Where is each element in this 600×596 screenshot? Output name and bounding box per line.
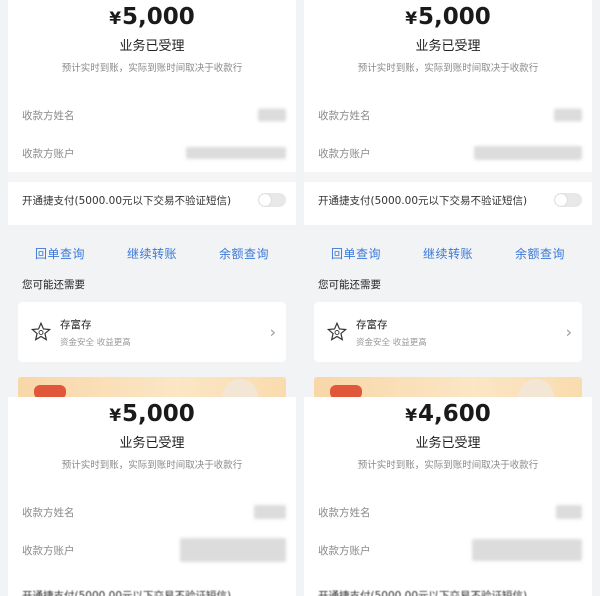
product-title: 存富存 bbox=[356, 318, 388, 331]
star-icon bbox=[30, 321, 52, 341]
transfer-result-screen-4: ¥4,600 业务已受理 预计实时到账，实际到账时间取决于收款行 收款方姓名 收… bbox=[304, 397, 592, 596]
more-section: 回单查询 继续转账 余额查询 您可能还需要 存富存 资金安全 收益更高 › bbox=[8, 225, 296, 397]
payee-account-row: 收款方账户 bbox=[8, 134, 296, 172]
payee-name-label: 收款方姓名 bbox=[318, 506, 371, 519]
payee-name-redacted bbox=[254, 505, 286, 519]
transfer-result-screen-3: ¥5,000 业务已受理 预计实时到账，实际到账时间取决于收款行 收款方姓名 收… bbox=[8, 397, 296, 596]
promo-badge bbox=[34, 385, 66, 397]
payee-account-label: 收款方账户 bbox=[22, 544, 75, 557]
transfer-result-screen-1: ¥5,000 业务已受理 预计实时到账，实际到账时间取决于收款行 收款方姓名 收… bbox=[8, 0, 296, 397]
promo-banner[interactable] bbox=[18, 377, 286, 397]
payee-name-row: 收款方姓名 bbox=[8, 493, 296, 531]
arrival-note: 预计实时到账，实际到账时间取决于收款行 bbox=[357, 460, 539, 471]
product-card[interactable]: 存富存 资金安全 收益更高 › bbox=[314, 302, 582, 362]
arrival-note: 预计实时到账，实际到账时间取决于收款行 bbox=[61, 63, 243, 74]
action-links: 回单查询 继续转账 余额查询 bbox=[304, 225, 592, 262]
product-subtitle: 资金安全 收益更高 bbox=[60, 337, 131, 348]
fast-pay-label: 开通捷支付(5000.00元以下交易不验证短信) bbox=[22, 589, 232, 596]
maybe-need-heading: 您可能还需要 bbox=[22, 279, 85, 291]
promo-coin-image bbox=[222, 379, 258, 397]
promo-banner[interactable] bbox=[314, 377, 582, 397]
payee-account-row: 收款方账户 bbox=[8, 531, 296, 569]
payee-name-redacted bbox=[554, 108, 582, 122]
product-card-text: 存富存 资金安全 收益更高 bbox=[356, 317, 427, 348]
status-text: 业务已受理 bbox=[119, 39, 185, 54]
product-card-text: 存富存 资金安全 收益更高 bbox=[60, 317, 131, 348]
fast-pay-label: 开通捷支付(5000.00元以下交易不验证短信) bbox=[22, 194, 232, 207]
transfer-amount: ¥5,000 bbox=[109, 4, 195, 30]
status-text: 业务已受理 bbox=[119, 436, 185, 451]
arrival-note: 预计实时到账，实际到账时间取决于收款行 bbox=[61, 460, 243, 471]
more-section: 回单查询 继续转账 余额查询 您可能还需要 存富存 资金安全 收益更高 › bbox=[304, 225, 592, 397]
fast-pay-row[interactable]: 开通捷支付(5000.00元以下交易不验证短信) bbox=[304, 580, 592, 596]
fast-pay-toggle[interactable] bbox=[258, 193, 286, 207]
fast-pay-row[interactable]: 开通捷支付(5000.00元以下交易不验证短信) bbox=[8, 182, 296, 218]
transfer-amount: ¥4,600 bbox=[405, 401, 491, 427]
fast-pay-row[interactable]: 开通捷支付(5000.00元以下交易不验证短信) bbox=[304, 182, 592, 218]
payee-name-row: 收款方姓名 bbox=[304, 493, 592, 531]
continue-transfer-link[interactable]: 继续转账 bbox=[127, 245, 177, 262]
fast-pay-toggle[interactable] bbox=[554, 193, 582, 207]
product-title: 存富存 bbox=[60, 318, 92, 331]
payee-name-row: 收款方姓名 bbox=[8, 96, 296, 134]
payee-account-redacted bbox=[472, 539, 582, 561]
payee-account-label: 收款方账户 bbox=[22, 147, 75, 160]
payee-name-row: 收款方姓名 bbox=[304, 96, 592, 134]
payee-name-label: 收款方姓名 bbox=[22, 506, 75, 519]
product-subtitle: 资金安全 收益更高 bbox=[356, 337, 427, 348]
payee-account-redacted bbox=[186, 147, 286, 159]
transfer-amount: ¥5,000 bbox=[109, 401, 195, 427]
payee-account-row: 收款方账户 bbox=[304, 134, 592, 172]
chevron-right-icon: › bbox=[565, 322, 572, 342]
chevron-right-icon: › bbox=[269, 322, 276, 342]
status-text: 业务已受理 bbox=[415, 39, 481, 54]
payee-account-redacted bbox=[180, 538, 286, 562]
status-text: 业务已受理 bbox=[415, 436, 481, 451]
divider bbox=[304, 172, 592, 182]
payee-name-redacted bbox=[258, 108, 286, 122]
payee-account-row: 收款方账户 bbox=[304, 531, 592, 569]
maybe-need-heading: 您可能还需要 bbox=[318, 279, 381, 291]
continue-transfer-link[interactable]: 继续转账 bbox=[423, 245, 473, 262]
fast-pay-label: 开通捷支付(5000.00元以下交易不验证短信) bbox=[318, 194, 528, 207]
payee-account-redacted bbox=[474, 146, 582, 160]
transfer-amount: ¥5,000 bbox=[405, 4, 491, 30]
product-card[interactable]: 存富存 资金安全 收益更高 › bbox=[18, 302, 286, 362]
transfer-result-screen-2: ¥5,000 业务已受理 预计实时到账，实际到账时间取决于收款行 收款方姓名 收… bbox=[304, 0, 592, 397]
balance-query-link[interactable]: 余额查询 bbox=[219, 245, 269, 262]
payee-name-label: 收款方姓名 bbox=[22, 109, 75, 122]
action-links: 回单查询 继续转账 余额查询 bbox=[8, 225, 296, 262]
fast-pay-row[interactable]: 开通捷支付(5000.00元以下交易不验证短信) bbox=[8, 580, 296, 596]
payee-account-label: 收款方账户 bbox=[318, 544, 371, 557]
fast-pay-label: 开通捷支付(5000.00元以下交易不验证短信) bbox=[318, 589, 528, 596]
star-icon bbox=[326, 321, 348, 341]
promo-badge bbox=[330, 385, 362, 397]
divider bbox=[8, 172, 296, 182]
screenshot-grid: ¥5,000 业务已受理 预计实时到账，实际到账时间取决于收款行 收款方姓名 收… bbox=[0, 0, 600, 596]
payee-name-label: 收款方姓名 bbox=[318, 109, 371, 122]
balance-query-link[interactable]: 余额查询 bbox=[515, 245, 565, 262]
payee-account-label: 收款方账户 bbox=[318, 147, 371, 160]
payee-name-redacted bbox=[556, 505, 582, 519]
promo-coin-image bbox=[518, 379, 554, 397]
arrival-note: 预计实时到账，实际到账时间取决于收款行 bbox=[357, 63, 539, 74]
receipt-query-link[interactable]: 回单查询 bbox=[331, 245, 381, 262]
receipt-query-link[interactable]: 回单查询 bbox=[35, 245, 85, 262]
